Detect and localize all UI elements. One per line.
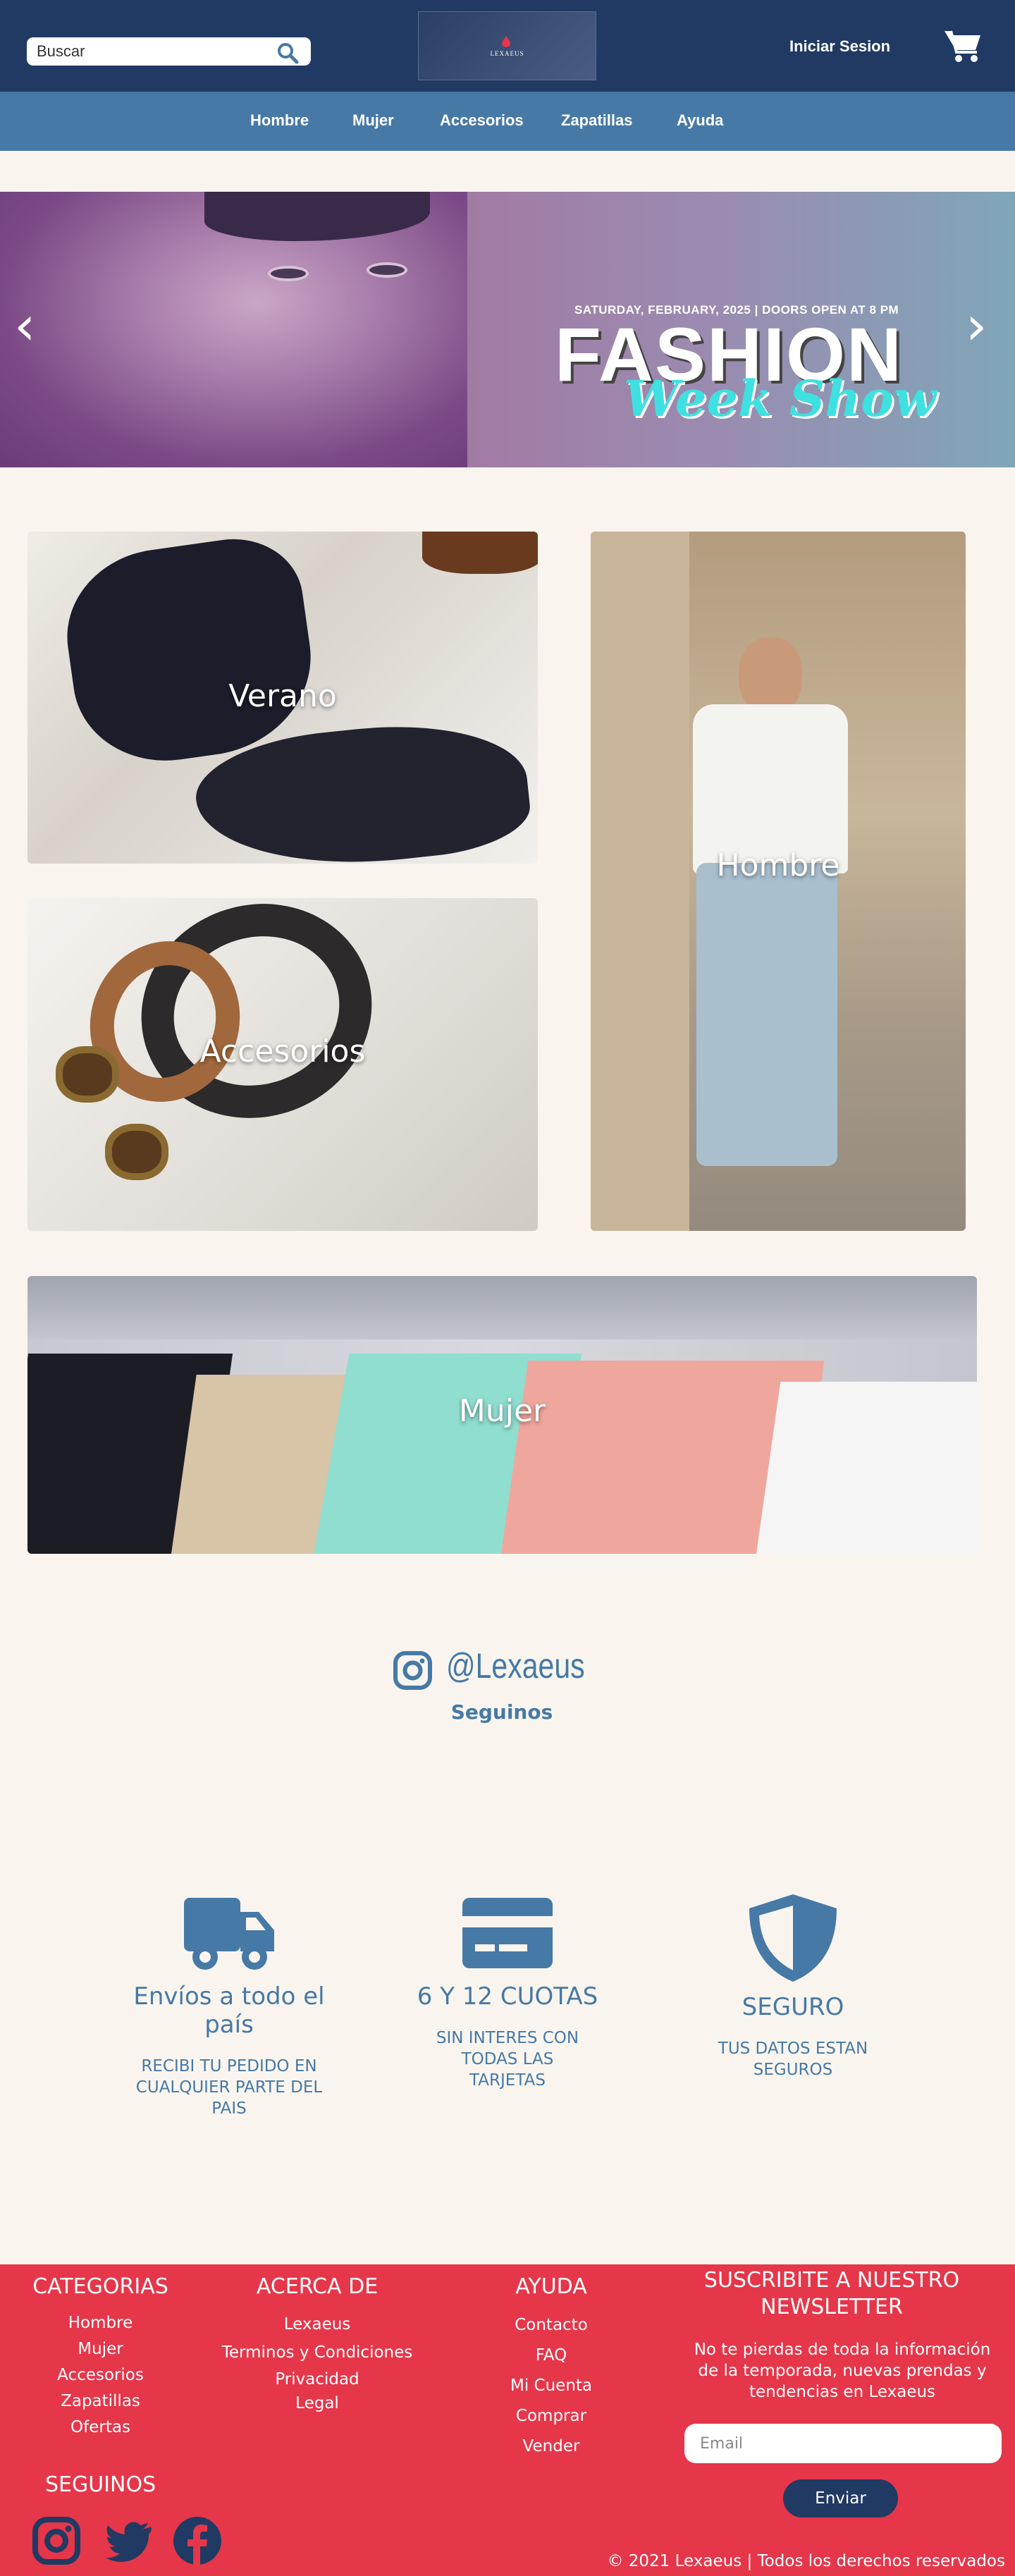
login-link[interactable]: Iniciar Sesion <box>789 37 890 56</box>
category-tile-accesorios[interactable]: Accesorios <box>27 898 538 1231</box>
footer-link[interactable]: FAQ <box>488 2341 615 2371</box>
follow-label: Seguinos <box>450 1700 553 1724</box>
carousel-prev-button[interactable]: ‹ <box>14 298 42 354</box>
footer-link[interactable]: Vender <box>488 2431 615 2462</box>
nav-item-ayuda[interactable]: Ayuda <box>677 111 723 130</box>
tile-image-shape <box>696 863 837 1166</box>
instagram-handle[interactable]: @Lexaeus <box>446 1645 585 1686</box>
footer-col-title: ACERCA DE <box>256 2274 379 2299</box>
feature-desc: SIN INTERES CON TODAS LAS TARJETAS <box>436 2029 579 2090</box>
top-header: LEXAEUS Iniciar Sesion <box>0 0 1015 92</box>
hero-model-image <box>0 192 467 467</box>
category-tile-verano[interactable]: Verano <box>27 532 538 864</box>
shield-icon <box>749 1894 837 1982</box>
footer-link[interactable]: Mi Cuenta <box>488 2371 615 2401</box>
tile-image-shape <box>105 1124 168 1180</box>
feature-desc: TUS DATOS ESTAN SEGUROS <box>718 2040 868 2079</box>
logo-text: LEXAEUS <box>490 50 524 57</box>
copyright-text: © 2021 Lexaeus | Todos los derechos rese… <box>607 2552 1005 2570</box>
instagram-icon[interactable] <box>31 2515 82 2566</box>
hero-eye-shape <box>268 266 309 281</box>
feature-title: 6 Y 12 CUOTAS <box>417 1982 598 2011</box>
feature-shipping: Envíos a todo el país RECIBI TU PEDIDO E… <box>106 1895 352 2119</box>
search-input[interactable] <box>37 42 269 61</box>
main-nav: Hombre Mujer Accesorios Zapatillas Ayuda <box>0 92 1015 151</box>
hero-hair-shape <box>204 192 430 241</box>
truck-icon <box>184 1898 274 1970</box>
footer-col-title: CATEGORIAS <box>32 2274 168 2299</box>
category-label: Mujer <box>458 1393 546 1429</box>
footer-link[interactable]: Legal <box>219 2393 416 2414</box>
twitter-icon[interactable] <box>104 2515 155 2566</box>
footer-social-title: SEGUINOS <box>45 2472 156 2497</box>
footer-link[interactable]: Zapatillas <box>21 2388 180 2415</box>
search-box <box>27 37 311 66</box>
instagram-icon[interactable] <box>393 1650 433 1691</box>
facebook-icon[interactable] <box>172 2515 223 2566</box>
brand-logo[interactable]: LEXAEUS <box>418 11 596 80</box>
category-label: Accesorios <box>199 1034 366 1069</box>
footer-link[interactable]: Hombre <box>21 2310 180 2336</box>
newsletter-title: SUSCRIBITE A NUESTRO NEWSLETTER <box>703 2268 960 2319</box>
feature-desc: RECIBI TU PEDIDO EN CUALQUIER PARTE DEL … <box>135 2057 323 2118</box>
nav-item-hombre[interactable]: Hombre <box>250 111 309 130</box>
tile-image-shape <box>422 532 538 574</box>
nav-item-mujer[interactable]: Mujer <box>352 111 394 130</box>
cart-icon[interactable] <box>943 28 983 63</box>
category-tile-mujer[interactable]: Mujer <box>27 1276 977 1554</box>
footer-link[interactable]: Mujer <box>21 2336 180 2362</box>
footer-link[interactable]: Privacidad <box>219 2367 416 2393</box>
footer-col-acerca: ACERCA DE Lexaeus Terminos y Condiciones… <box>219 2274 416 2414</box>
footer-link[interactable]: Lexaeus <box>219 2310 416 2338</box>
feature-title: SEGURO <box>742 1993 844 2021</box>
logo-drop-icon <box>502 36 510 47</box>
tile-image-shape <box>739 637 802 715</box>
footer-link[interactable]: Accesorios <box>21 2362 180 2388</box>
hero-carousel: SATURDAY, FEBRUARY, 2025 | DOORS OPEN AT… <box>0 192 1015 467</box>
footer-col-title: AYUDA <box>515 2274 587 2299</box>
footer-link[interactable]: Terminos y Condiciones <box>219 2338 416 2367</box>
footer-link[interactable]: Comprar <box>488 2401 615 2431</box>
newsletter-submit-button[interactable]: Enviar <box>783 2479 898 2517</box>
nav-item-zapatillas[interactable]: Zapatillas <box>561 111 632 130</box>
nav-item-accesorios[interactable]: Accesorios <box>440 111 524 130</box>
hero-script-title: Week Show <box>624 369 937 428</box>
tile-image-shape <box>27 1276 977 1339</box>
newsletter-email-input[interactable] <box>684 2424 1002 2463</box>
category-label: Hombre <box>716 847 840 883</box>
feature-installments: 6 Y 12 CUOTAS SIN INTERES CON TODAS LAS … <box>395 1895 620 2091</box>
feature-security: SEGURO TUS DATOS ESTAN SEGUROS <box>677 1891 909 2080</box>
feature-title: Envíos a todo el país <box>133 1982 325 2039</box>
hero-eye-shape <box>367 262 407 278</box>
search-icon[interactable] <box>276 41 300 65</box>
category-tile-hombre[interactable]: Hombre <box>591 532 966 1231</box>
carousel-next-button[interactable]: › <box>966 298 994 354</box>
footer-col-ayuda: AYUDA Contacto FAQ Mi Cuenta Comprar Ven… <box>488 2274 615 2462</box>
footer-link[interactable]: Ofertas <box>21 2415 180 2441</box>
credit-card-icon <box>462 1898 553 1968</box>
newsletter-text: No te pierdas de toda la información de … <box>694 2341 991 2401</box>
category-label: Verano <box>228 678 337 714</box>
tile-image-shape <box>56 532 324 773</box>
footer-col-categorias: CATEGORIAS Hombre Mujer Accesorios Zapat… <box>21 2274 180 2441</box>
footer-link[interactable]: Contacto <box>488 2310 615 2341</box>
